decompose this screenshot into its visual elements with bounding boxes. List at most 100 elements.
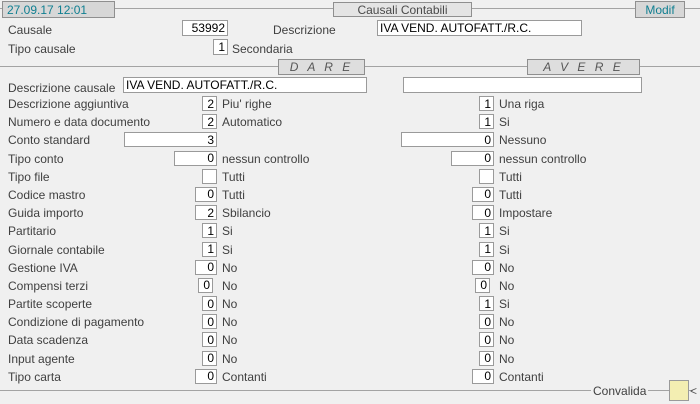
avere-value-text: Nessuno [499, 133, 546, 147]
dare-value-input[interactable] [195, 205, 217, 220]
avere-value-input[interactable] [472, 187, 494, 202]
causale-input[interactable] [182, 20, 228, 36]
dare-value-input[interactable] [202, 351, 217, 366]
window-title-text: Causali Contabili [357, 3, 447, 17]
row-label: Tipo file [8, 170, 50, 184]
avere-value-input[interactable] [472, 260, 494, 275]
avere-value-text: Si [499, 243, 510, 257]
avere-value-text: Si [499, 224, 510, 238]
avere-value-input[interactable] [401, 132, 494, 147]
avere-value-text: Tutti [499, 188, 522, 202]
dare-value-text: Tutti [222, 188, 245, 202]
dare-value-text: Sbilancio [222, 206, 271, 220]
descrizione-causale-label: Descrizione causale [8, 81, 115, 95]
avere-value-text: No [499, 352, 514, 366]
dare-value-text: Si [222, 224, 233, 238]
datetime-display: 27.09.17 12:01 [2, 1, 115, 18]
avere-value-text: nessun controllo [499, 152, 586, 166]
descrizione-label: Descrizione [273, 23, 336, 37]
avere-value-input[interactable] [479, 242, 494, 257]
descrizione-causale-dare-input[interactable] [123, 77, 367, 93]
avere-value-input[interactable] [451, 151, 494, 166]
row-label: Tipo conto [8, 152, 64, 166]
dare-value-input[interactable] [202, 332, 217, 347]
avere-value-input[interactable] [479, 96, 494, 111]
dare-value-input[interactable] [195, 369, 217, 384]
row-label: Tipo carta [8, 370, 61, 384]
row-tipo-file: Tipo file Tutti Tutti [0, 168, 700, 186]
causali-contabili-window: 27.09.17 12:01 Causali Contabili Modif C… [0, 0, 700, 404]
convalida-label: Convalida [591, 384, 648, 398]
dare-value-input[interactable] [124, 132, 217, 147]
avere-value-input[interactable] [479, 223, 494, 238]
row-partitario: Partitario Si Si [0, 222, 700, 240]
dare-value-text: No [222, 333, 237, 347]
dare-value-input[interactable] [202, 314, 217, 329]
left-angle-icon: < [690, 384, 697, 398]
row-label: Codice mastro [8, 188, 85, 202]
dare-value-input[interactable] [202, 242, 217, 257]
convalida-input[interactable] [669, 380, 689, 401]
dare-value-input[interactable] [202, 96, 217, 111]
avere-value-text: Tutti [499, 170, 522, 184]
avere-value-text: No [499, 315, 514, 329]
dare-value-input[interactable] [198, 278, 213, 293]
dare-value-text: Contanti [222, 370, 267, 384]
row-gestione-iva: Gestione IVA No No [0, 259, 700, 277]
avere-value-text: Una riga [499, 97, 544, 111]
dare-value-input[interactable] [195, 187, 217, 202]
row-label: Input agente [8, 352, 75, 366]
row-codice-mastro: Codice mastro Tutti Tutti [0, 186, 700, 204]
row-numero-e-data-documento: Numero e data documento Automatico Si [0, 113, 700, 131]
row-compensi-terzi: Compensi terzi No No [0, 277, 700, 295]
avere-value-input[interactable] [479, 296, 494, 311]
row-guida-importo: Guida importo Sbilancio Impostare [0, 204, 700, 222]
dare-value-text: No [222, 261, 237, 275]
avere-section-header: A V E R E [527, 59, 640, 75]
row-data-scadenza: Data scadenza No No [0, 331, 700, 349]
avere-value-input[interactable] [479, 314, 494, 329]
dare-value-text: No [222, 315, 237, 329]
avere-value-input[interactable] [472, 205, 494, 220]
avere-value-text: No [499, 333, 514, 347]
tipo-causale-label: Tipo causale [8, 42, 76, 56]
avere-value-input[interactable] [479, 169, 494, 184]
avere-value-text: Contanti [499, 370, 544, 384]
avere-value-input[interactable] [479, 332, 494, 347]
avere-value-input[interactable] [479, 351, 494, 366]
row-label: Data scadenza [8, 333, 88, 347]
tipo-causale-input[interactable] [213, 39, 228, 55]
footer-divider [0, 390, 693, 391]
row-label: Guida importo [8, 206, 83, 220]
row-label: Descrizione aggiuntiva [8, 97, 129, 111]
avere-value-text: No [499, 261, 514, 275]
descrizione-input[interactable] [377, 20, 582, 36]
avere-value-input[interactable] [479, 114, 494, 129]
avere-value-text: No [499, 279, 514, 293]
row-descrizione-aggiuntiva: Descrizione aggiuntiva Piu' righe Una ri… [0, 95, 700, 113]
dare-value-text: Si [222, 243, 233, 257]
row-giornale-contabile: Giornale contabile Si Si [0, 241, 700, 259]
row-label: Gestione IVA [8, 261, 78, 275]
avere-value-input[interactable] [472, 369, 494, 384]
row-partite-scoperte: Partite scoperte No Si [0, 295, 700, 313]
dare-section-header: D A R E [278, 59, 365, 75]
dare-value-input[interactable] [202, 114, 217, 129]
dare-value-text: Tutti [222, 170, 245, 184]
dare-value-text: Piu' righe [222, 97, 272, 111]
descrizione-causale-avere-input[interactable] [403, 77, 642, 93]
dare-value-input[interactable] [202, 223, 217, 238]
row-label: Numero e data documento [8, 115, 150, 129]
dare-value-input[interactable] [202, 296, 217, 311]
dare-value-input[interactable] [202, 169, 217, 184]
row-tipo-conto: Tipo conto nessun controllo nessun contr… [0, 150, 700, 168]
row-label: Partite scoperte [8, 297, 92, 311]
dare-value-text: Automatico [222, 115, 282, 129]
row-label: Partitario [8, 224, 56, 238]
dare-value-input[interactable] [174, 151, 217, 166]
window-title: Causali Contabili [333, 2, 472, 17]
dare-value-input[interactable] [195, 260, 217, 275]
avere-value-input[interactable] [475, 278, 490, 293]
parameter-rows: Descrizione aggiuntiva Piu' righe Una ri… [0, 95, 700, 386]
row-label: Conto standard [8, 133, 90, 147]
